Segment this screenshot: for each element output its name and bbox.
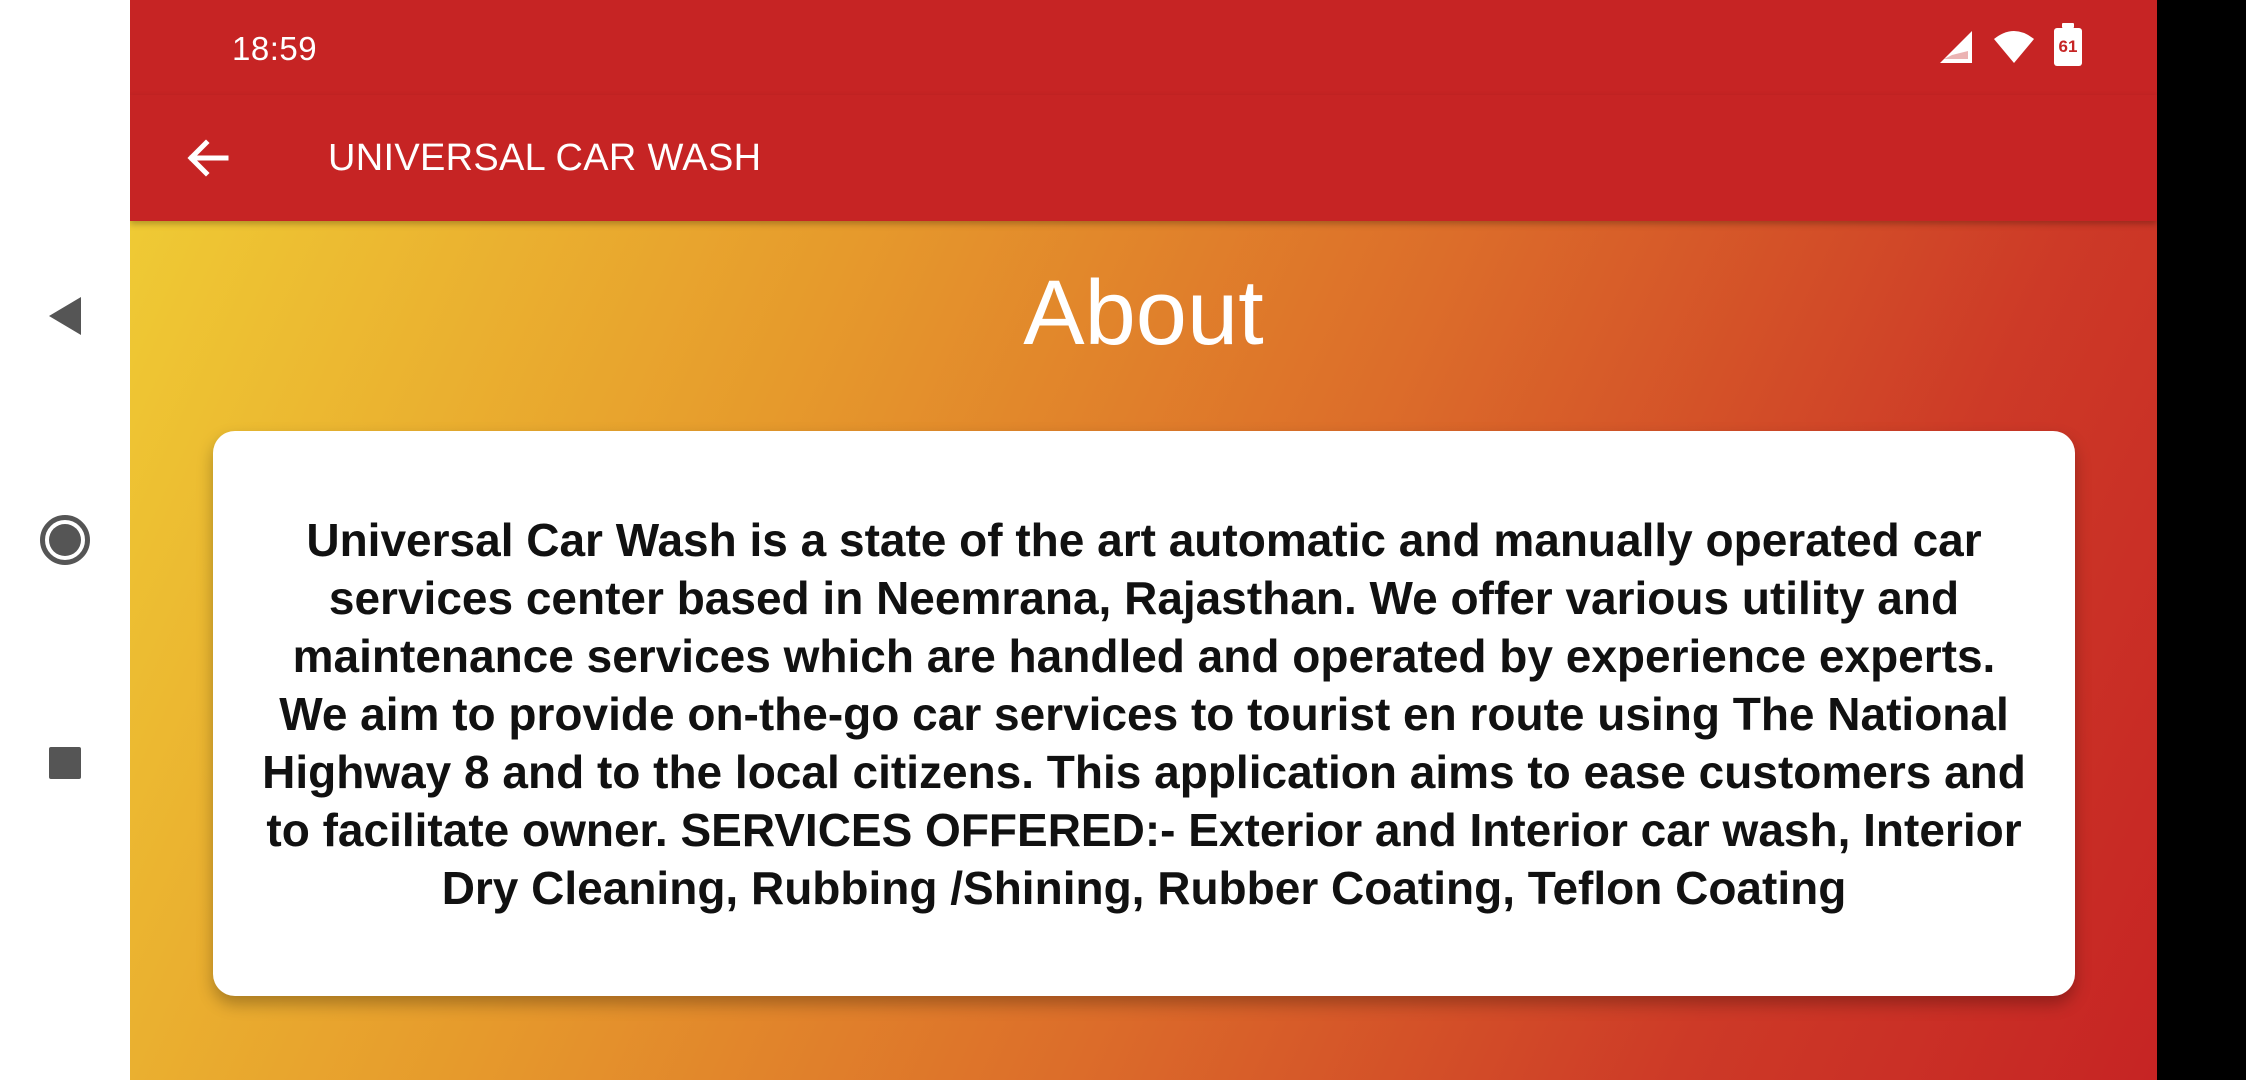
home-circle-icon — [40, 515, 90, 565]
battery-icon: 61 — [2054, 23, 2082, 66]
square-recents-icon — [49, 747, 81, 779]
triangle-back-icon — [49, 297, 81, 335]
screen-edge — [2157, 0, 2246, 1080]
system-navigation-bar — [0, 0, 130, 1080]
status-icons: 61 — [1938, 23, 2082, 66]
about-description: Universal Car Wash is a state of the art… — [262, 513, 2026, 914]
nav-recents-button[interactable] — [35, 733, 95, 793]
arrow-left-icon[interactable] — [180, 130, 236, 186]
about-card: Universal Car Wash is a state of the art… — [213, 431, 2075, 996]
battery-level: 61 — [2058, 37, 2078, 56]
about-content: About Universal Car Wash is a state of t… — [130, 221, 2157, 1080]
app-window: 18:59 61 UNIVERSAL CAR WASH About Univer… — [130, 0, 2157, 1080]
signal-icon — [1940, 31, 1972, 63]
status-time: 18:59 — [232, 30, 318, 67]
toolbar-title: UNIVERSAL CAR WASH — [328, 137, 762, 179]
nav-home-button[interactable] — [35, 510, 95, 570]
page-title: About — [1023, 262, 1264, 364]
app-toolbar: UNIVERSAL CAR WASH — [130, 95, 2157, 221]
wifi-icon — [1994, 31, 2034, 63]
status-bar: 18:59 61 — [130, 0, 2157, 95]
nav-back-button[interactable] — [35, 286, 95, 346]
